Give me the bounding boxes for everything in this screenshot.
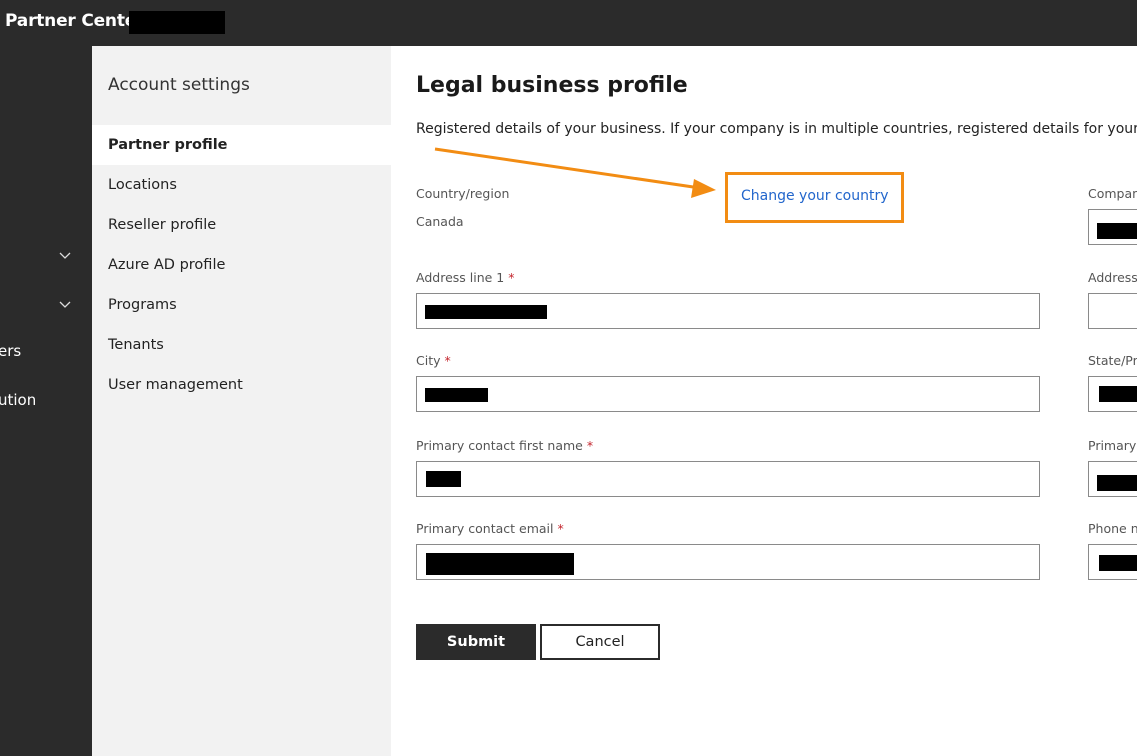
contact-first-name-input[interactable] — [416, 461, 1040, 497]
contact-first-name-label: Primary contact first name * — [416, 438, 594, 453]
left-nav-item-partial[interactable]: ution — [0, 391, 36, 409]
submit-button[interactable]: Submit — [416, 624, 536, 660]
account-settings-nav: Account settings Partner profile Locatio… — [92, 46, 391, 756]
primary-contact-label-partial: Primary c — [1088, 438, 1137, 453]
app-title[interactable]: Partner Center — [5, 11, 144, 31]
left-nav-item-partial[interactable]: ers — [0, 342, 21, 360]
address-line-2-input[interactable] — [1088, 293, 1137, 329]
redacted-value — [1099, 386, 1137, 402]
redacted-tenant-name — [129, 11, 225, 34]
main-content: Legal business profile Registered detail… — [391, 46, 1137, 756]
settings-nav-item-tenants[interactable]: Tenants — [92, 325, 391, 365]
redacted-value — [426, 471, 461, 487]
country-region-label: Country/region — [416, 186, 510, 201]
redacted-value — [425, 388, 488, 402]
settings-nav-item-locations[interactable]: Locations — [92, 165, 391, 205]
address-line-1-input[interactable] — [416, 293, 1040, 329]
change-country-link[interactable]: Change your country — [725, 172, 904, 223]
address-line-1-label: Address line 1 * — [416, 270, 515, 285]
settings-nav-item-reseller-profile[interactable]: Reseller profile — [92, 205, 391, 245]
redacted-value — [425, 305, 547, 319]
chevron-down-icon[interactable] — [58, 298, 72, 312]
state-province-label: State/Pro — [1088, 353, 1137, 368]
city-label: City * — [416, 353, 451, 368]
phone-number-label: Phone nu — [1088, 521, 1137, 536]
settings-nav-item-azure-ad-profile[interactable]: Azure AD profile — [92, 245, 391, 285]
company-input[interactable] — [1088, 209, 1137, 245]
contact-email-label: Primary contact email * — [416, 521, 564, 536]
redacted-value — [426, 553, 574, 575]
left-navigation: ers ution — [0, 46, 92, 756]
top-bar: Partner Center — [0, 0, 1137, 46]
redacted-value — [1099, 555, 1137, 571]
redacted-value — [1097, 475, 1137, 491]
settings-nav-item-partner-profile[interactable]: Partner profile — [92, 125, 391, 165]
state-province-input[interactable] — [1088, 376, 1137, 412]
page-description: Registered details of your business. If … — [416, 121, 1137, 137]
settings-nav-item-programs[interactable]: Programs — [92, 285, 391, 325]
phone-number-input[interactable] — [1088, 544, 1137, 580]
contact-last-name-input[interactable] — [1088, 461, 1137, 497]
cancel-button[interactable]: Cancel — [540, 624, 660, 660]
city-input[interactable] — [416, 376, 1040, 412]
country-region-value: Canada — [416, 214, 464, 229]
page-title: Legal business profile — [416, 73, 688, 98]
settings-nav-item-user-management[interactable]: User management — [92, 365, 391, 405]
address-label-partial: Address — [1088, 270, 1137, 285]
chevron-down-icon[interactable] — [58, 249, 72, 263]
redacted-value — [1097, 223, 1137, 239]
settings-nav-title: Account settings — [108, 75, 250, 95]
contact-email-input[interactable] — [416, 544, 1040, 580]
company-label: Company — [1088, 186, 1137, 201]
